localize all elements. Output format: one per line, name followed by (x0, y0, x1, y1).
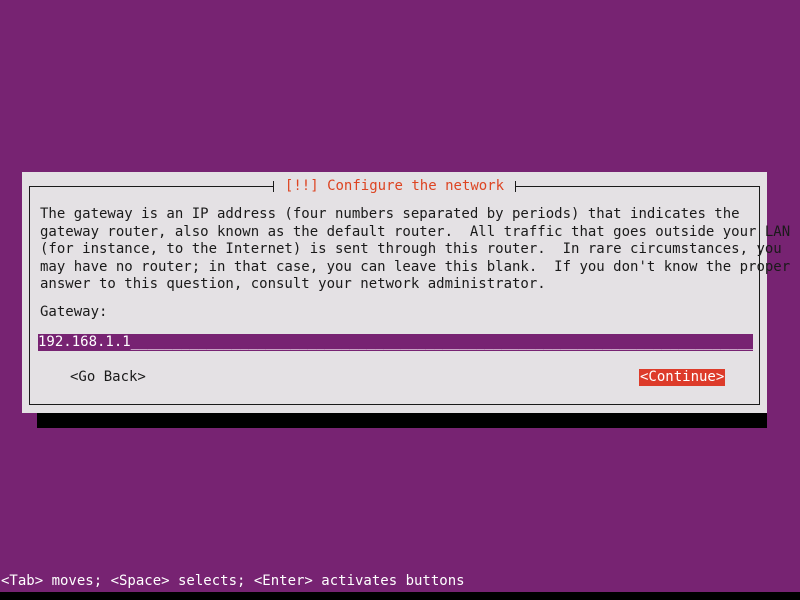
gateway-input[interactable]: 192.168.1.1_____________________________… (38, 334, 753, 351)
dialog-titlebar: [!!] Configure the network (29, 178, 760, 195)
gateway-input-value: 192.168.1.1 (38, 334, 131, 350)
dialog-body-text: The gateway is an IP address (four numbe… (40, 206, 791, 292)
gateway-input-fill: ________________________________________… (130, 334, 753, 350)
status-bar: <Tab> moves; <Space> selects; <Enter> ac… (0, 571, 800, 592)
dialog-title: [!!] Configure the network (273, 178, 516, 195)
go-back-button[interactable]: <Go Back> (70, 369, 146, 386)
title-rule-right (515, 181, 760, 192)
title-rule-left (29, 181, 274, 192)
continue-button[interactable]: <Continue> (639, 369, 726, 386)
gateway-label: Gateway: (40, 304, 108, 320)
bottom-black-strip (0, 592, 800, 600)
installer-screen: [!!] Configure the network The gateway i… (0, 0, 800, 600)
